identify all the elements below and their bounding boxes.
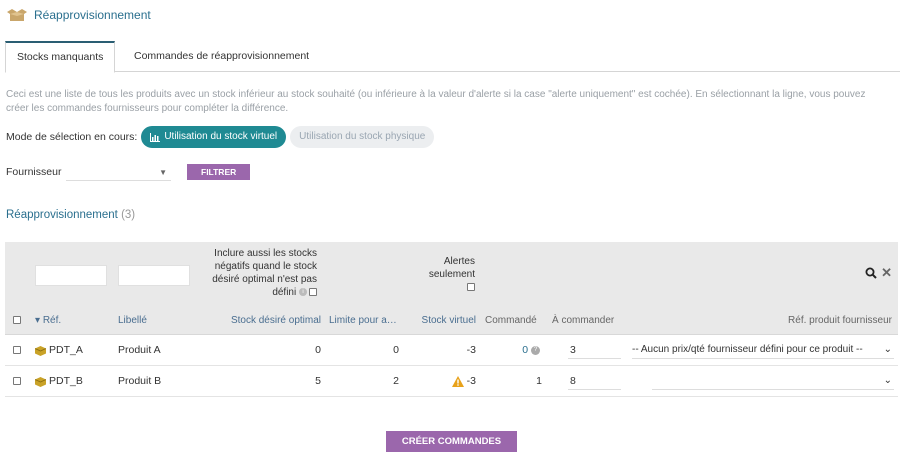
virtual-stock: -3: [466, 375, 476, 387]
boxes-icon: [7, 9, 27, 21]
to-order-input[interactable]: 8: [568, 372, 621, 390]
row-checkbox[interactable]: [13, 377, 21, 386]
section-title-text: Réapprovisionnement: [6, 209, 118, 221]
product-ref: PDT_A: [49, 344, 83, 356]
limit-value: 2: [393, 375, 399, 387]
supplier-label: Fournisseur: [6, 166, 62, 178]
column-to-order: À commander: [552, 315, 615, 326]
include-negative-checkbox[interactable]: [309, 288, 317, 297]
table-row: PDT_B Produit B 5 2 -3 1 8 ⌄: [5, 366, 898, 397]
alerts-only-filter: Alertes seulement: [423, 255, 475, 294]
product-icon: [35, 376, 46, 387]
replenish-table: Inclure aussi les stocks négatifs quand …: [5, 242, 898, 397]
warning-icon: [451, 376, 464, 387]
column-ordered: Commandé: [485, 315, 537, 326]
tab-commandes-reappro[interactable]: Commandes de réapprovisionnement: [123, 41, 320, 72]
info-icon: i: [299, 288, 307, 297]
mode-label: Mode de sélection en cours:: [6, 131, 138, 143]
column-limit[interactable]: Limite pour a…: [329, 308, 397, 334]
limit-value: 0: [393, 344, 399, 356]
table-header-row: ▾ Réf. Libellé Stock désiré optimal Limi…: [5, 308, 898, 335]
filter-button[interactable]: FILTRER: [187, 164, 251, 180]
supplier-ref-select[interactable]: ⌄: [652, 372, 894, 390]
page-title: Réapprovisionnement: [34, 8, 151, 22]
chevron-down-icon: ▼: [159, 168, 167, 177]
supplier-select[interactable]: ▼: [66, 163, 171, 181]
virtual-stock-label: Utilisation du stock virtuel: [164, 131, 278, 142]
virtual-stock-button[interactable]: Utilisation du stock virtuel: [141, 126, 287, 148]
select-all-checkbox[interactable]: [13, 316, 21, 325]
label-filter-input[interactable]: [118, 265, 190, 286]
supplier-filter: Fournisseur ▼ FILTRER: [6, 162, 251, 182]
column-supplier-ref: Réf. produit fournisseur: [788, 315, 892, 326]
product-ref-link[interactable]: PDT_A: [35, 335, 83, 366]
to-order-input[interactable]: 3: [568, 341, 621, 359]
search-icon[interactable]: [865, 267, 877, 279]
supplier-ref-value: -- Aucun prix/qté fournisseur défini pou…: [632, 344, 863, 355]
section-title: Réapprovisionnement (3): [6, 209, 135, 221]
product-ref-link[interactable]: PDT_B: [35, 366, 83, 397]
mode-selection: Mode de sélection en cours: Utilisation …: [6, 126, 438, 148]
tab-bar: Stocks manquants Commandes de réapprovis…: [5, 41, 900, 73]
chevron-down-icon: ⌄: [883, 375, 892, 386]
page-header: Réapprovisionnement: [6, 6, 151, 24]
include-negative-filter: Inclure aussi les stocks négatifs quand …: [197, 247, 317, 299]
column-ref[interactable]: ▾ Réf.: [35, 308, 61, 334]
product-icon: [35, 345, 46, 356]
chart-icon: [150, 132, 161, 142]
product-label: Produit A: [118, 344, 161, 356]
table-row: PDT_A Produit A 0 0 -3 0 ? 3 -- Aucun pr…: [5, 335, 898, 366]
close-icon[interactable]: ✕: [881, 265, 892, 281]
create-orders-button[interactable]: CRÉER COMMANDES: [386, 431, 517, 452]
tab-stocks-manquants[interactable]: Stocks manquants: [5, 41, 116, 73]
supplier-ref-select[interactable]: -- Aucun prix/qté fournisseur défini pou…: [632, 341, 894, 359]
ref-filter-input[interactable]: [35, 265, 107, 286]
column-ref-label: Réf.: [42, 315, 62, 326]
help-icon: ?: [531, 345, 540, 355]
table-filter-bar: Inclure aussi les stocks négatifs quand …: [5, 242, 898, 308]
alerts-only-checkbox[interactable]: [467, 283, 475, 292]
column-label[interactable]: Libellé: [118, 308, 147, 334]
row-checkbox[interactable]: [13, 346, 21, 355]
virtual-stock: -3: [466, 344, 476, 356]
desired-stock: 0: [315, 344, 321, 356]
virtual-stock-cell: -3: [405, 366, 476, 397]
product-label: Produit B: [118, 375, 162, 387]
chevron-down-icon: ⌄: [883, 344, 892, 355]
alerts-only-label: Alertes seulement: [428, 256, 475, 280]
column-virtual-stock[interactable]: Stock virtuel: [405, 308, 476, 334]
section-count: (3): [121, 209, 136, 221]
column-desired-stock[interactable]: Stock désiré optimal: [215, 308, 321, 334]
page-description: Ceci est une liste de tous les produits …: [6, 89, 866, 114]
ordered-value: 1: [536, 375, 542, 387]
physical-stock-button[interactable]: Utilisation du stock physique: [290, 126, 435, 148]
ordered-cell: 0 ?: [485, 335, 542, 366]
product-ref: PDT_B: [49, 375, 83, 387]
ordered-value[interactable]: 0: [522, 344, 528, 356]
desired-stock: 5: [315, 375, 321, 387]
